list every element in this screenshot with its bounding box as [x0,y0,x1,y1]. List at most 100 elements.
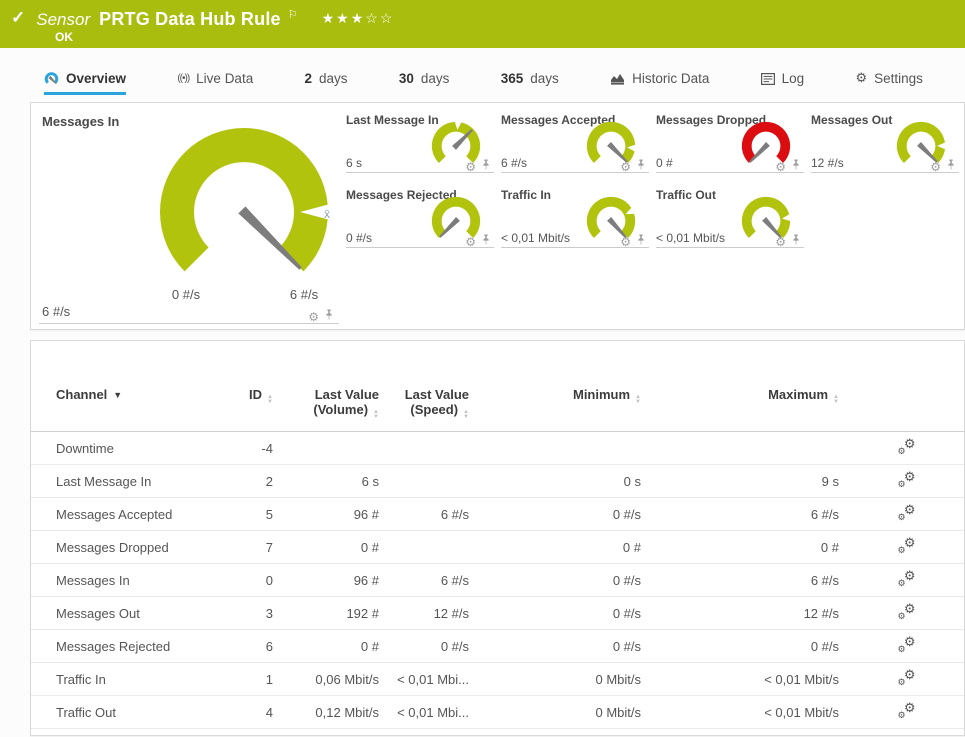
cell-maximum: 0 # [651,530,849,564]
gauge-value: 0 # [656,156,673,170]
pin-icon[interactable] [791,158,801,176]
card-actions: ⚙ [620,233,646,251]
table-body: Downtime -4 ⚙ ⚙ Last Message In 2 6 s 0 s… [31,431,964,729]
mini-gauge-card-messages-dropped: Messages Dropped 0 # ⚙ [656,111,804,173]
gear-icon[interactable]: ⚙ [775,233,786,251]
gauge-title: Messages In [42,114,120,129]
cell-last-value-volume: 192 # [283,596,389,630]
channel-settings-icon[interactable]: ⚙ ⚙ [898,436,916,456]
prtg-sensor-page: { "header": { "type_label": "Sensor", "t… [0,0,965,737]
cell-minimum: 0 #/s [479,629,651,663]
card-actions: ⚙ [465,233,491,251]
column-label: Last Value (Volume) [313,387,379,417]
tab-2-days[interactable]: 2 days [305,71,348,95]
pin-icon[interactable] [791,233,801,251]
sort-icon: ▲ ▼ [635,394,641,405]
tab-30-days[interactable]: 30 days [399,71,450,95]
column-header-last-value-speed[interactable]: Last Value (Speed) ▲ ▼ [389,341,479,432]
sort-icon: ▲ ▼ [463,409,469,420]
mini-gauge-card-messages-accepted: Messages Accepted 6 #/s ⚙ [501,111,649,173]
tab-bar: Overview ((•)) Live Data 2 days 30 days … [0,48,965,95]
cell-last-value-volume: 0,06 Mbit/s [283,662,389,696]
channel-settings-icon[interactable]: ⚙ ⚙ [898,601,916,621]
cell-channel: Messages Dropped [31,530,231,564]
tab-label: Settings [874,70,923,86]
table-row-downtime[interactable]: Downtime -4 ⚙ ⚙ [31,431,964,465]
pin-icon[interactable] [636,158,646,176]
channel-settings-icon[interactable]: ⚙ ⚙ [898,667,916,687]
tab-log[interactable]: Log [760,71,804,95]
cell-minimum: 0 Mbit/s [479,662,651,696]
column-header-id[interactable]: ID ▲ ▼ [231,341,283,432]
log-icon [760,72,775,85]
channel-table-panel: Channel ▼ ID ▲ ▼ Last Value (Volume) ▲ ▼ Last… [30,340,965,736]
gear-icon[interactable]: ⚙ [465,158,476,176]
tab-settings[interactable]: ⚙ Settings [855,70,922,95]
channel-settings-icon[interactable]: ⚙ ⚙ [898,502,916,522]
sort-icon: ▼ [113,390,123,400]
settings-icon: ⚙ [855,70,868,85]
tab-live-data[interactable]: ((•)) Live Data [177,71,253,95]
sensor-header: ✓ Sensor PRTG Data Hub Rule ⚐ ★★★☆☆ OK [0,0,965,48]
object-type-label: Sensor [36,9,91,29]
cell-last-value-speed [389,464,479,498]
tab-overview[interactable]: Overview [44,71,127,95]
column-header-last-value-volume[interactable]: Last Value (Volume) ▲ ▼ [283,341,389,432]
gear-icon[interactable]: ⚙ [465,233,476,251]
tab-historic-data[interactable]: Historic Data [610,71,709,95]
table-row-messages-accepted[interactable]: Messages Accepted 5 96 # 6 #/s 0 #/s 6 #… [31,497,964,531]
mini-gauge-grid: Last Message In 6 s ⚙ Messages Accepted … [346,111,959,248]
channel-settings-icon[interactable]: ⚙ ⚙ [898,700,916,720]
table-row-traffic-out[interactable]: Traffic Out 4 0,12 Mbit/s < 0,01 Mbi... … [31,695,964,729]
pin-icon[interactable] [324,308,334,326]
tab-label: days [420,71,450,86]
sensor-status: OK [55,30,73,44]
card-actions: ⚙ [465,158,491,176]
table-row-messages-rejected[interactable]: Messages Rejected 6 0 # 0 #/s 0 #/s 0 #/… [31,629,964,663]
cell-channel: Messages Out [31,596,231,630]
table-row-traffic-in[interactable]: Traffic In 1 0,06 Mbit/s < 0,01 Mbi... 0… [31,662,964,696]
column-header-minimum[interactable]: Minimum ▲ ▼ [479,341,651,432]
gear-icon[interactable]: ⚙ [775,158,786,176]
tab-365-days[interactable]: 365 days [501,71,559,95]
pin-icon[interactable] [636,233,646,251]
channel-settings-icon[interactable]: ⚙ ⚙ [898,634,916,654]
flag-icon[interactable]: ⚐ [288,8,298,21]
cell-last-value-speed: 0 #/s [389,629,479,663]
gauge-title: Last Message In [346,113,439,127]
table-row-messages-dropped[interactable]: Messages Dropped 7 0 # 0 # 0 # ⚙ ⚙ [31,530,964,564]
pin-icon[interactable] [946,158,956,176]
channel-settings-icon[interactable]: ⚙ ⚙ [898,568,916,588]
cell-channel: Messages Rejected [31,629,231,663]
cell-id: 0 [231,563,283,597]
channel-settings-icon[interactable]: ⚙ ⚙ [898,535,916,555]
cell-last-value-volume: 0,12 Mbit/s [283,695,389,729]
channel-settings-icon[interactable]: ⚙ ⚙ [898,469,916,489]
column-header-channel[interactable]: Channel ▼ [31,341,231,432]
table-row-messages-out[interactable]: Messages Out 3 192 # 12 #/s 0 #/s 12 #/s… [31,596,964,630]
sort-icon: ▲ ▼ [267,394,273,405]
cell-last-value-volume [283,431,389,465]
gear-icon[interactable]: ⚙ [620,158,631,176]
cell-last-value-volume: 6 s [283,464,389,498]
tab-prefix: 30 [398,71,414,86]
pin-icon[interactable] [481,158,491,176]
table-row-last-message-in[interactable]: Last Message In 2 6 s 0 s 9 s ⚙ ⚙ [31,464,964,498]
cell-maximum: 6 #/s [651,497,849,531]
status-ok-check-icon: ✓ [11,8,26,27]
gear-icon[interactable]: ⚙ [930,158,941,176]
gauge-title: Traffic Out [656,188,717,202]
pin-icon[interactable] [481,233,491,251]
cell-last-value-speed: < 0,01 Mbi... [389,662,479,696]
column-header-maximum[interactable]: Maximum ▲ ▼ [651,341,849,432]
cell-minimum: 0 #/s [479,563,651,597]
tab-prefix: 2 [304,71,313,86]
gear-icon[interactable]: ⚙ [620,233,631,251]
gear-icon[interactable]: ⚙ [308,308,319,326]
historic-data-icon [610,72,625,85]
gauge-value: < 0,01 Mbit/s [501,231,571,245]
cell-maximum: 0 #/s [651,629,849,663]
gauge-scale-min: 0 #/s [171,287,201,302]
star-rating[interactable]: ★★★☆☆ [322,10,395,27]
table-row-messages-in[interactable]: Messages In 0 96 # 6 #/s 0 #/s 6 #/s ⚙ ⚙ [31,563,964,597]
